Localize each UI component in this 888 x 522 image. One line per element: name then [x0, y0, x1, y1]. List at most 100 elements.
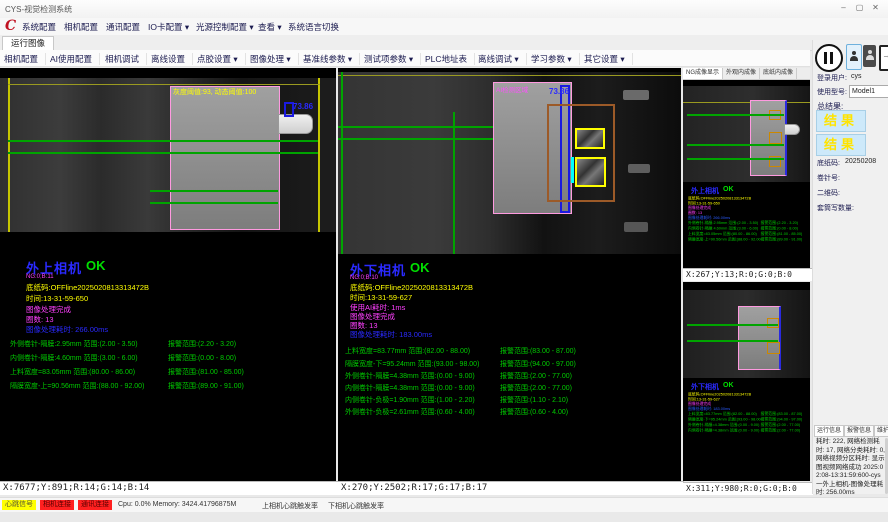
- base-code-value: 20250208: [845, 158, 876, 165]
- camera-result-ok: OK: [723, 382, 734, 389]
- preview-tab-ng[interactable]: NG成像显示: [683, 68, 723, 79]
- pin-number-label: 卷针号:: [817, 173, 840, 183]
- tab-maint-info[interactable]: 维护信息: [874, 425, 888, 437]
- measure-text: 外侧卷针-隔膜:2.95mm 范围:(2.00 - 3.50): [10, 339, 168, 349]
- cpu-memory-text: Cpu: 0.0% Memory: 3424.41796875M: [118, 501, 236, 508]
- upper-heartbeat-text: 上相机心跳触发率: [262, 501, 318, 511]
- tool-baseline-params[interactable]: 基准线参数 ▾: [303, 53, 360, 65]
- menu-light-config[interactable]: 光源控制配置 ▾: [196, 21, 254, 33]
- camera-title: 外下相机: [691, 382, 719, 392]
- baseline-green: [687, 144, 784, 146]
- tool-camera-config[interactable]: 相机配置: [4, 53, 46, 65]
- tool-other-settings[interactable]: 其它设置 ▾: [584, 53, 633, 65]
- menu-bar: C 系统配置 相机配置 通讯配置 IO卡配置 ▾ 光源控制配置 ▾ 查看 ▾ 系…: [0, 18, 888, 35]
- logout-button[interactable]: →: [879, 45, 888, 71]
- admin-button[interactable]: [863, 45, 876, 67]
- tool-plc-table[interactable]: PLC地址表: [425, 53, 475, 65]
- tab-roi-yellow-1: [575, 128, 605, 149]
- alarm-text: 报警范围:(2.00 - 77.00): [500, 383, 572, 393]
- camera-image-upper: 灰度阈值:93, 动态阈值:100 73.86: [0, 78, 336, 232]
- ai-region-rect: [738, 306, 781, 370]
- pause-button[interactable]: [815, 44, 843, 72]
- menu-camera-config[interactable]: 相机配置: [64, 21, 98, 33]
- measure-row: 上料宽度=83.05mm 范围:(80.00 - 86.00) 报警范围:(81…: [10, 367, 332, 377]
- tab-roi: [767, 318, 779, 328]
- user-icon: [866, 50, 874, 62]
- baseline-green: [687, 158, 784, 160]
- menu-comm-config[interactable]: 通讯配置: [106, 21, 140, 33]
- minimize-icon[interactable]: –: [836, 2, 851, 14]
- log-textarea[interactable]: 耗时: 222, 网络检测耗时: 17, 网络分类耗时: 0, 网络视频分区耗时…: [816, 438, 886, 498]
- status-bar: 心跳信号 相机连接 通讯连接 Cpu: 0.0% Memory: 3424.41…: [0, 497, 888, 512]
- lower-heartbeat-text: 下相机心跳触发率: [328, 501, 384, 511]
- menu-view[interactable]: 查看 ▾: [258, 21, 282, 33]
- tab-roi: [769, 132, 782, 144]
- measure-text: 隔膜宽度-下=95.24mm 范围:(93.00 - 98.00): [345, 359, 500, 369]
- camera-result-ok: OK: [410, 260, 430, 275]
- threshold-label: 灰度阈值:93, 动态阈值:100: [173, 87, 256, 97]
- measure-text: 上料宽度=83.05mm 范围:(80.00 - 86.00): [10, 367, 168, 377]
- elapsed-line: 图像处理耗时: 266.00ms: [26, 324, 108, 335]
- baseline-green-2: [8, 152, 318, 154]
- measure-text: 隔膜宽度-上=90.56mm 范围:(88.00 - 92.00): [10, 381, 168, 391]
- measure-row: 外侧卷针-负极=2.61mm 范围:(0.60 - 4.00) 报警范围:(0.…: [345, 407, 677, 417]
- measure-row: 隔膜宽度-下=95.24mm 范围:(93.00 - 98.00) 报警范围:(…: [345, 359, 677, 369]
- measure-row: 外侧卷针-隔膜=4.38mm 范围:(0.00 - 9.00) 报警范围:(2.…: [345, 371, 677, 381]
- calib-line-top: [8, 84, 320, 85]
- camera-view-lower[interactable]: AI检测区域 73.86 外下相机 OK NG:0;B:10 底纸码:OFFli…: [338, 68, 681, 481]
- control-sidebar: → 登录用户: cys 使用型号: Model1 总结果: 结果 结果 底纸码:…: [812, 40, 888, 494]
- baseline-green-4: [150, 202, 278, 204]
- preview-view-top[interactable]: 外上相机 OK 底纸码:OFFline2025020813313472B 时间:…: [683, 80, 810, 268]
- pause-icon: [830, 52, 833, 64]
- result-box-1: 结果: [816, 110, 866, 132]
- elapsed-line: 图像处理耗时: 183.00ms: [350, 329, 432, 340]
- preview-image: [683, 290, 810, 378]
- edge-line-green: [453, 112, 455, 254]
- measure-row: 内侧卷针-隔膜:4.60mm 范围:(3.00 - 6.00) 报警范围:(0.…: [10, 353, 332, 363]
- tab-alarm-info[interactable]: 报警信息: [844, 425, 874, 437]
- baseline-green: [687, 340, 778, 342]
- logout-arrow-icon: →: [882, 50, 888, 60]
- camera-view-upper[interactable]: 灰度阈值:93, 动态阈值:100 73.86 外上相机 OK NG:0;B:1…: [0, 68, 336, 481]
- operator-button[interactable]: [846, 44, 862, 70]
- tab-run-image[interactable]: 运行图像: [2, 36, 54, 50]
- measure-row: 内侧卷针-负极=1.90mm 范围:(1.00 - 2.20) 报警范围:(1.…: [345, 395, 677, 405]
- camera-link-badge: 相机连接: [40, 500, 74, 510]
- coords-bar-upper: X:7677;Y:891;R:14;G:14;B:14: [0, 481, 339, 495]
- model-input[interactable]: Model1: [849, 85, 888, 98]
- camera-result-ok: OK: [723, 186, 734, 193]
- close-icon[interactable]: ✕: [868, 2, 883, 14]
- menu-language-switch[interactable]: 系统语言切换: [288, 21, 339, 33]
- alarm-text: 报警范围:(89.00 - 91.00): [761, 237, 803, 243]
- measure-text: 外侧卷针-负极=2.61mm 范围:(0.60 - 4.00): [345, 407, 500, 417]
- tool-image-process[interactable]: 图像处理 ▾: [250, 53, 299, 65]
- maximize-icon[interactable]: ▢: [852, 2, 867, 14]
- tab-connector-shape: [784, 124, 800, 135]
- tool-ai-use-config[interactable]: AI使用配置: [50, 53, 100, 65]
- preview-view-bottom[interactable]: 外下相机 OK 底纸码:OFFline2025020813313472B 时间:…: [683, 282, 810, 481]
- tool-offline-debug[interactable]: 离线调试 ▾: [478, 53, 527, 65]
- measure-value-label: 73.86: [293, 102, 313, 111]
- menu-system-config[interactable]: 系统配置: [22, 21, 56, 33]
- alarm-text: 报警范围:(94.00 - 97.00): [500, 359, 576, 369]
- tab-run-info[interactable]: 运行信息: [814, 425, 844, 437]
- tool-camera-debug[interactable]: 相机调试: [105, 53, 147, 65]
- tool-glue-setting[interactable]: 点胶设置 ▾: [197, 53, 246, 65]
- menu-io-config[interactable]: IO卡配置 ▾: [148, 21, 189, 33]
- sleeve-count-label: 套筒写数量:: [817, 203, 854, 213]
- measure-value-label: 73.86: [549, 87, 569, 96]
- alarm-text: 报警范围:(0.00 - 8.00): [168, 353, 236, 363]
- measure-text: 内侧卷针-隔膜=4.38mm 范围:(0.00 - 9.00): [688, 428, 761, 434]
- preview-tab-base[interactable]: 底纸内成像: [760, 68, 797, 79]
- tool-offline-setting[interactable]: 离线设置: [151, 53, 193, 65]
- detect-roi-brown: [547, 104, 615, 202]
- tool-learn-params[interactable]: 学习参数 ▾: [531, 53, 580, 65]
- preview-tab-outer[interactable]: 外观内成像: [723, 68, 760, 79]
- measure-row: 上料宽度=83.77mm 范围:(82.00 - 88.00) 报警范围:(83…: [345, 346, 677, 356]
- preview-image: [683, 86, 810, 182]
- calib-line-left: [8, 78, 10, 232]
- measure-text: 外侧卷针-隔膜=4.38mm 范围:(0.00 - 9.00): [345, 371, 500, 381]
- tab-connector-shape: [278, 114, 313, 134]
- tool-test-params[interactable]: 测试项参数 ▾: [364, 53, 421, 65]
- measure-text: 内侧卷针-隔膜=4.38mm 范围:(0.00 - 9.00): [345, 383, 500, 393]
